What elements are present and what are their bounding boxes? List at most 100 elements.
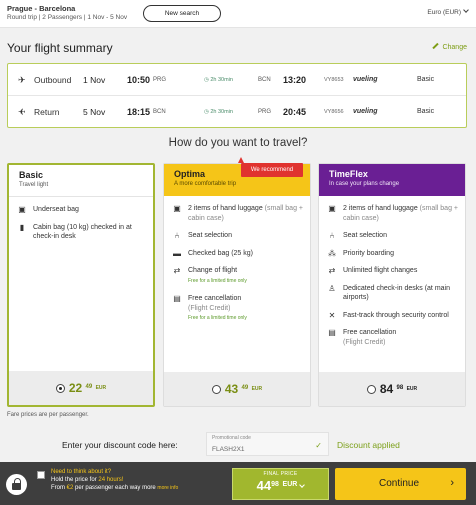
checked-bag-icon: ▬ [173,248,181,258]
flight-row-outbound: ✈ Outbound 1 Nov 10:50 PRG ◷ 2h 30min BC… [8,64,466,96]
feature-text: Free cancellation [343,329,397,336]
flight-date: 5 Nov [83,107,106,117]
feature-item: ▤ Free cancellation (Flight Credit) [327,328,459,347]
pencil-icon [432,42,440,50]
more-info-link[interactable]: more info [157,485,178,491]
departure-code: PRG [153,77,167,83]
departure-time: 18:15 [127,107,151,117]
fare-price-select[interactable]: 84 98 EUR [319,372,465,406]
final-price-amount: 4498 EUR [233,478,328,493]
fare-card-header: TimeFlex In case your plans change [319,164,465,196]
fare-price-select[interactable]: 22 49 EUR [9,371,153,405]
feature-promo: Free for a limited time only [188,315,247,321]
hold-duration: 24 hours! [98,477,124,483]
carrier-logo: vueling [353,108,378,115]
arrow-right-icon: › [450,477,454,489]
change-label: Change [442,44,467,51]
feature-list: ▣ 2 items of hand luggage (small bag + ca… [327,204,459,355]
feature-item: ⇄ Unlimited flight changes [327,266,459,276]
feature-text: 2 items of hand luggage [188,205,263,212]
fare-tagline: In case your plans change [329,181,400,187]
radio-button[interactable] [55,384,65,393]
cancel-icon: ▤ [173,294,181,303]
fare-card-basic[interactable]: Basic Travel light ▣ Underseat bag ▮ Cabin… [7,163,155,407]
price-cents: 49 [241,385,249,391]
arrival-time: 20:45 [283,107,307,117]
summary-title: Your flight summary [7,41,113,55]
currency-selector[interactable]: Euro (EUR) [427,7,469,16]
seat-icon: ⑃ [174,231,180,240]
feature-item: ✕ Fast-track through security control [327,311,459,321]
fare-card-header: Basic Travel light [9,165,153,197]
duration-value: 2h 30min [210,109,233,115]
currency-label: Euro (EUR) [427,9,461,16]
fare-question: How do you want to travel? [168,137,308,149]
fare-card-optima[interactable]: Optima A more comfortable trip ▣ 2 items … [163,163,311,407]
recommend-badge: We recommend [241,163,303,177]
radio-button[interactable] [211,385,221,394]
trip-details: Round trip | 2 Passengers | 1 Nov - 5 No… [7,14,128,21]
lock-icon [6,474,27,495]
feature-item: ▣ 2 items of hand luggage (small bag + ca… [327,204,459,223]
final-price-cents: 98 [271,481,279,488]
new-search-button[interactable]: New search [143,5,221,22]
flight-summary-box: ✈ Outbound 1 Nov 10:50 PRG ◷ 2h 30min BC… [7,63,467,128]
price-currency: EUR [406,386,418,392]
carrier-logo: vueling [353,76,378,83]
hold-title: Need to think about it? [51,469,112,475]
discount-status: Discount applied [337,440,400,450]
continue-label: Continue [379,478,420,489]
feature-item: ▤ Free cancellation (Flight Credit) Free fo… [172,294,304,324]
chevron-down-icon [463,7,469,13]
feature-text: Change of flight [188,267,238,274]
feature-text: Underseat bag [33,206,79,213]
feature-item: ⇄ Change of flight Free for a limited time… [172,266,304,286]
final-price-whole: 44 [256,478,272,493]
flight-number: VY8653 [324,77,344,83]
price-currency: EUR [95,385,107,391]
feature-promo: Free for a limited time only [188,277,247,284]
flight-date: 1 Nov [83,75,106,85]
fare-name: Basic [19,170,44,180]
final-price-box[interactable]: FINAL PRICE 4498 EUR [232,468,329,500]
fare-tagline: Travel light [19,182,49,188]
priority-icon: ⁂ [328,248,336,258]
flight-direction: Outbound [34,75,72,85]
price-whole: 84 [379,382,394,396]
flight-duration: ◷ 2h 30min [204,77,233,83]
continue-button[interactable]: Continue › [335,468,466,500]
hold-price-checkbox[interactable] [37,471,45,479]
hold-price-text: Need to think about it? Hold the price f… [51,468,178,492]
flight-number: VY8656 [324,109,344,115]
hold-line2-rest: per passenger each way more [73,485,158,491]
change-link[interactable]: Change [432,42,467,51]
feature-text: Priority boarding [343,249,394,257]
departure-time: 10:50 [127,75,151,85]
feature-item: ▣ 2 items of hand luggage (small bag + ca… [172,204,304,223]
chevron-down-icon [299,482,306,488]
fare-name: TimeFlex [329,169,368,179]
price-whole: 22 [68,381,83,395]
feature-list: ▣ Underseat bag ▮ Cabin bag (10 kg) checke… [17,205,147,250]
change-icon: ⇄ [173,266,181,275]
route-title: Prague - Barcelona [7,4,76,13]
fare-card-timeflex[interactable]: TimeFlex In case your plans change ▣ 2 it… [318,163,466,407]
final-price-label: FINAL PRICE [263,471,298,477]
feature-list: ▣ 2 items of hand luggage (small bag + ca… [172,204,304,332]
promo-code-input[interactable] [212,446,312,453]
final-price-currency: EUR [282,481,298,488]
feature-subtext: (Flight Credit) [188,304,231,312]
radio-button[interactable] [366,385,376,394]
feature-text: Seat selection [343,232,387,239]
promo-code-field[interactable]: Promotional code ✓ [206,432,329,456]
arrival-code: BCN [258,77,271,83]
plane-icon: ✈ [18,75,26,85]
feature-text: Free cancellation [188,295,242,302]
feature-item: ▬ Checked bag (25 kg) [172,249,304,259]
feature-text: Cabin bag (10 kg) checked in at check-in… [33,223,132,241]
hold-line1: Hold the price for [51,477,99,483]
discount-label: Enter your discount code here: [62,440,178,450]
bag-icon: ▣ [18,205,26,214]
price-whole: 43 [224,382,239,396]
fare-price-select[interactable]: 43 49 EUR [164,372,310,406]
